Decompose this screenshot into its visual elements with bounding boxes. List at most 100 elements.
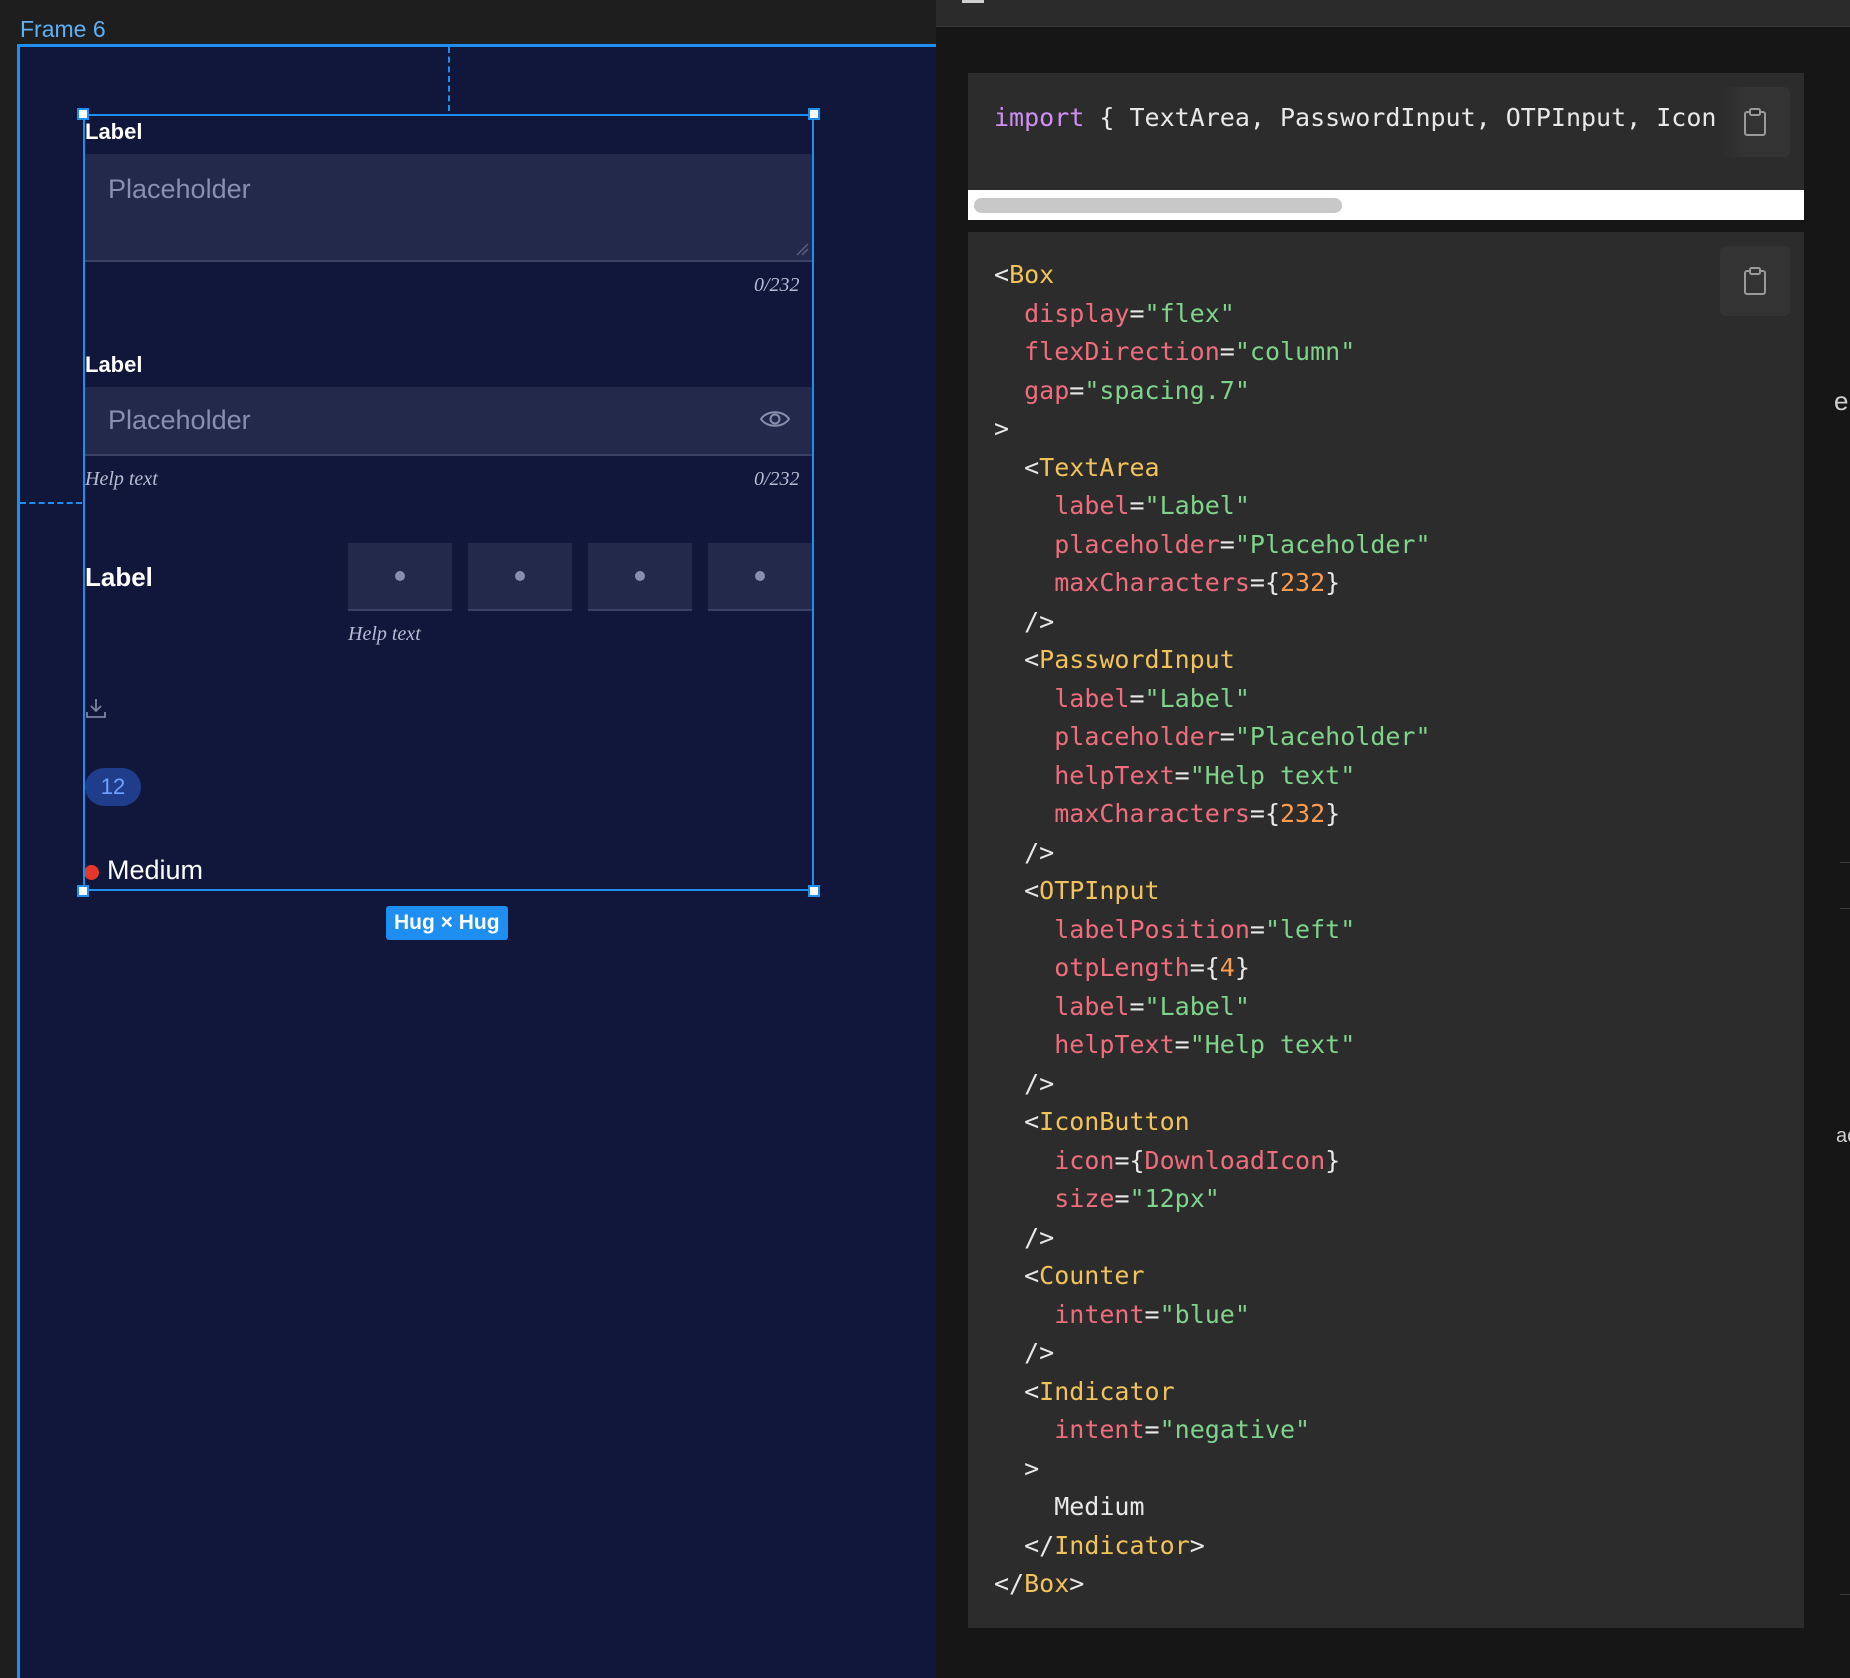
code-attr: intent: [1054, 1299, 1145, 1329]
horizontal-spacing-guide: [20, 502, 82, 504]
code-string: "left": [1264, 914, 1356, 944]
code-line: label="Label": [994, 487, 1431, 526]
code-string: "blue": [1159, 1299, 1250, 1329]
code-attr: labelPosition: [1054, 914, 1250, 944]
code-punct: [994, 1300, 1054, 1329]
code-punct: ={: [1114, 1145, 1145, 1175]
code-punct: <: [994, 645, 1040, 674]
code-attr: intent: [1054, 1415, 1145, 1444]
code-line: <OTPInput: [994, 872, 1431, 911]
code-punct: >: [1069, 1569, 1085, 1598]
code-punct: <: [994, 876, 1040, 905]
code-number: 232: [1280, 568, 1326, 597]
selection-box[interactable]: [83, 114, 814, 891]
code-tag: OTPInput: [1039, 876, 1160, 905]
code-string: "Label": [1144, 991, 1250, 1021]
code-line: placeholder="Placeholder": [994, 718, 1431, 757]
code-line: />: [994, 1219, 1431, 1258]
resize-handle-top-right[interactable]: [808, 108, 820, 120]
resize-handle-top-left[interactable]: [77, 108, 89, 120]
edge-divider: [1840, 908, 1850, 909]
code-line: <PasswordInput: [994, 641, 1431, 680]
resize-handle-bottom-right[interactable]: [808, 885, 820, 897]
code-line: otpLength={4}: [994, 949, 1431, 988]
code-punct: [994, 530, 1054, 559]
code-punct: =: [1129, 991, 1145, 1021]
code-punct: />: [994, 606, 1055, 636]
code-line: >: [994, 1450, 1431, 1489]
code-line: maxCharacters={232}: [994, 564, 1431, 603]
code-line: <Indicator: [994, 1373, 1431, 1412]
frame-title[interactable]: Frame 6: [20, 16, 106, 43]
code-punct: [994, 992, 1054, 1021]
code-tag: Indicator: [1054, 1530, 1190, 1560]
horizontal-scrollbar[interactable]: [968, 190, 1804, 220]
code-attr: display: [1024, 298, 1130, 328]
code-punct: [994, 1030, 1054, 1059]
clipboard-icon: [1744, 108, 1766, 136]
code-punct: ={: [1249, 568, 1280, 597]
code-punct: [994, 761, 1054, 790]
code-punct: >: [994, 1453, 1040, 1483]
code-tag: IconButton: [1039, 1107, 1190, 1136]
code-punct: [994, 1146, 1054, 1175]
code-punct: =: [1129, 298, 1145, 328]
code-string: "12px": [1129, 1184, 1220, 1213]
code-punct: [994, 799, 1054, 828]
design-canvas[interactable]: Frame 6 Label Placeholder 0/232 Label Pl…: [0, 0, 937, 1678]
code-line: label="Label": [994, 680, 1431, 719]
code-punct: }: [1325, 799, 1341, 828]
code-punct: =: [1129, 491, 1145, 520]
code-punct: />: [994, 1338, 1055, 1367]
code-line: icon={DownloadIcon}: [994, 1142, 1431, 1181]
code-string: "Placeholder": [1234, 722, 1431, 751]
code-line: <TextArea: [994, 449, 1431, 488]
code-punct: <: [994, 1261, 1040, 1290]
code-string: "flex": [1144, 298, 1235, 328]
code-punct: =: [1144, 1415, 1160, 1444]
code-punct: Medium: [994, 1492, 1145, 1521]
vertical-spacing-guide: [448, 47, 450, 111]
code-line: />: [994, 1065, 1431, 1104]
import-code-block[interactable]: import { TextArea, PasswordInput, OTPInp…: [968, 73, 1804, 190]
code-attr: maxCharacters: [1054, 568, 1250, 597]
code-punct: ={: [1249, 799, 1280, 828]
code-line: </Indicator>: [994, 1527, 1431, 1566]
code-punct: />: [994, 1068, 1055, 1098]
code-line: gap="spacing.7": [994, 372, 1431, 411]
code-line: intent="negative": [994, 1411, 1431, 1450]
code-punct: [994, 953, 1054, 982]
code-attr: icon: [1054, 1145, 1115, 1175]
resize-handle-bottom-left[interactable]: [77, 885, 89, 897]
code-punct: =: [1219, 337, 1235, 366]
code-attr: placeholder: [1054, 529, 1220, 559]
code-punct: }: [1325, 568, 1341, 597]
jsx-code-block[interactable]: <Box display="flex" flexDirection="colum…: [968, 232, 1804, 1628]
code-attr: label: [1054, 991, 1130, 1021]
code-panel: import { TextArea, PasswordInput, OTPInp…: [936, 0, 1850, 1678]
panel-header: [936, 0, 1850, 27]
scrollbar-thumb[interactable]: [974, 198, 1342, 213]
import-code: import { TextArea, PasswordInput, OTPInp…: [994, 99, 1716, 138]
copy-jsx-button[interactable]: [1720, 246, 1790, 316]
code-attr: helpText: [1054, 1030, 1175, 1059]
copy-import-button[interactable]: [1720, 87, 1790, 157]
code-string: "Label": [1144, 491, 1250, 520]
clipboard-icon: [1744, 267, 1766, 295]
code-line: helpText="Help text": [994, 757, 1431, 796]
code-attr: label: [1054, 491, 1130, 520]
code-punct: =: [1069, 375, 1085, 405]
code-line: </Box>: [994, 1565, 1431, 1604]
code-number: 4: [1219, 953, 1235, 982]
code-punct: </: [994, 1569, 1025, 1598]
code-punct: }: [1234, 953, 1250, 982]
code-expression: DownloadIcon: [1144, 1145, 1326, 1175]
import-keyword: import: [994, 103, 1085, 132]
code-attr: otpLength: [1054, 953, 1190, 982]
code-string: "Help text": [1189, 760, 1356, 790]
code-punct: [994, 1415, 1054, 1444]
size-badge: Hug × Hug: [386, 906, 508, 940]
code-tag: PasswordInput: [1039, 645, 1235, 674]
code-tag: Box: [1009, 260, 1055, 289]
code-line: >: [994, 410, 1431, 449]
